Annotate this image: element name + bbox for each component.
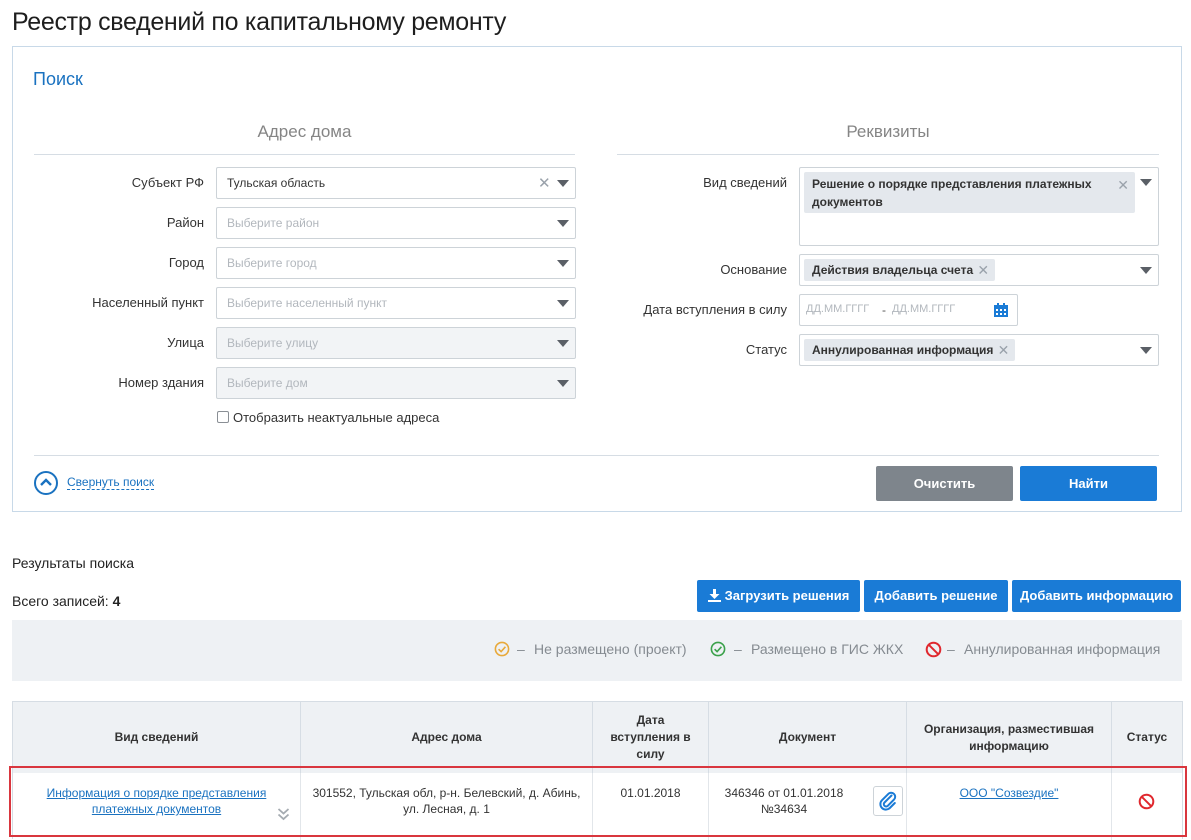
column-header[interactable]: Организация, разместившая информацию (907, 702, 1112, 773)
city-label: Город (168, 255, 204, 270)
clear-button[interactable]: Очистить (876, 466, 1013, 501)
basis-label: Основание (720, 262, 787, 277)
subject-label: Субъект РФ (131, 175, 204, 190)
find-button[interactable]: Найти (1020, 466, 1157, 501)
column-header[interactable]: Дата вступления в силу (593, 702, 709, 773)
check-circle-orange-icon (494, 641, 510, 660)
district-placeholder: Выберите район (227, 216, 320, 230)
requisites-divider (617, 154, 1159, 155)
total-records: Всего записей: 4 (12, 593, 120, 609)
remove-tag-icon[interactable]: ✕ (977, 259, 989, 281)
remove-tag-icon[interactable]: ✕ (998, 339, 1010, 361)
basis-tag-label: Действия владельца счета (812, 263, 974, 277)
status-tag: Аннулированная информация ✕ (804, 339, 1016, 361)
street-select[interactable]: Выберите улицу (216, 327, 576, 359)
column-header-label: Адрес дома (411, 730, 482, 744)
info-type-tag-label: Решение о порядке представления платежны… (812, 177, 1092, 209)
column-header[interactable]: Документ (709, 702, 907, 773)
chevron-down-icon[interactable] (557, 220, 569, 227)
district-select[interactable]: Выберите район (216, 207, 576, 239)
column-header[interactable]: Статус (1112, 702, 1182, 773)
upload-decisions-label: Загрузить решения (724, 588, 850, 603)
collapse-icon[interactable] (34, 471, 58, 495)
building-placeholder: Выберите дом (227, 376, 308, 390)
results-title: Результаты поиска (12, 555, 135, 571)
city-select[interactable]: Выберите город (216, 247, 576, 279)
date-separator: - (882, 303, 886, 317)
check-circle-green-icon (710, 641, 726, 660)
chevron-down-icon[interactable] (557, 340, 569, 347)
status-tag-label: Аннулированная информация (812, 343, 994, 357)
settlement-select[interactable]: Выберите населенный пункт (216, 287, 576, 319)
requisites-section-title: Реквизиты (846, 122, 930, 141)
row-highlight (9, 766, 1187, 837)
column-header-label: Организация, разместившая информацию (923, 721, 1095, 753)
column-header-label: Дата вступления в силу (610, 713, 691, 761)
total-records-label: Всего записей: (12, 593, 109, 609)
basis-tag: Действия владельца счета ✕ (804, 259, 996, 281)
legend-dash: – (734, 641, 742, 657)
info-type-label: Вид сведений (703, 175, 787, 190)
chevron-down-icon[interactable] (557, 180, 569, 187)
download-icon (707, 582, 721, 614)
info-type-select[interactable]: Решение о порядке представления платежны… (799, 167, 1159, 246)
clear-icon[interactable]: ✕ (538, 176, 551, 191)
chevron-down-icon[interactable] (557, 300, 569, 307)
city-placeholder: Выберите город (227, 256, 317, 270)
info-type-tag: Решение о порядке представления платежны… (804, 172, 1135, 213)
subject-value: Тульская область (227, 176, 326, 190)
show-outdated-checkbox[interactable] (217, 411, 229, 423)
date-to-input[interactable]: ДД.ММ.ГГГГ (892, 303, 955, 315)
street-label: Улица (167, 335, 204, 350)
basis-select[interactable]: Действия владельца счета ✕ (799, 254, 1159, 286)
settlement-placeholder: Выберите населенный пункт (227, 296, 387, 310)
street-placeholder: Выберите улицу (227, 336, 319, 350)
add-info-button[interactable]: Добавить информацию (1012, 580, 1181, 612)
column-header-label: Статус (1126, 730, 1168, 744)
total-records-value: 4 (112, 593, 121, 609)
add-decision-button[interactable]: Добавить решение (864, 580, 1008, 612)
building-select[interactable]: Выберите дом (216, 367, 576, 399)
column-header[interactable]: Вид сведений (13, 702, 301, 773)
legend-cancelled: Аннулированная информация (964, 641, 1161, 657)
chevron-down-icon[interactable] (557, 260, 569, 267)
subject-select[interactable]: Тульская область ✕ (216, 167, 576, 199)
chevron-down-icon[interactable] (557, 380, 569, 387)
chevron-down-icon[interactable] (1140, 179, 1152, 186)
page-title: Реестр сведений по капитальному ремонту (12, 8, 507, 36)
status-label: Статус (745, 342, 787, 357)
panel-footer-divider (34, 455, 1159, 456)
legend-not-posted: Не размещено (проект) (534, 641, 687, 657)
legend-dash: – (947, 641, 955, 657)
show-outdated-label: Отобразить неактуальные адреса (233, 410, 440, 425)
upload-decisions-button[interactable]: Загрузить решения (697, 580, 860, 612)
collapse-search-link[interactable]: Свернуть поиск (67, 475, 155, 490)
calendar-icon[interactable] (993, 302, 1009, 321)
address-section-title: Адрес дома (257, 122, 352, 141)
search-panel-title: Поиск (33, 69, 83, 89)
column-header-label: Документ (778, 730, 837, 744)
building-label: Номер здания (118, 375, 204, 390)
effective-date-label: Дата вступления в силу (643, 302, 787, 317)
chevron-down-icon[interactable] (1140, 347, 1152, 354)
column-header[interactable]: Адрес дома (301, 702, 593, 773)
address-divider (34, 154, 575, 155)
effective-date-range[interactable]: ДД.ММ.ГГГГ - ДД.ММ.ГГГГ (799, 294, 1018, 326)
chevron-down-icon[interactable] (1140, 267, 1152, 274)
settlement-label: Населенный пункт (92, 295, 204, 310)
district-label: Район (166, 215, 204, 230)
status-select[interactable]: Аннулированная информация ✕ (799, 334, 1159, 366)
remove-tag-icon[interactable]: ✕ (1117, 176, 1129, 194)
legend-posted: Размещено в ГИС ЖКХ (751, 641, 904, 657)
cancel-circle-red-icon (925, 641, 942, 661)
legend-dash: – (517, 641, 525, 657)
date-from-input[interactable]: ДД.ММ.ГГГГ (806, 303, 869, 315)
column-header-label: Вид сведений (114, 730, 199, 744)
